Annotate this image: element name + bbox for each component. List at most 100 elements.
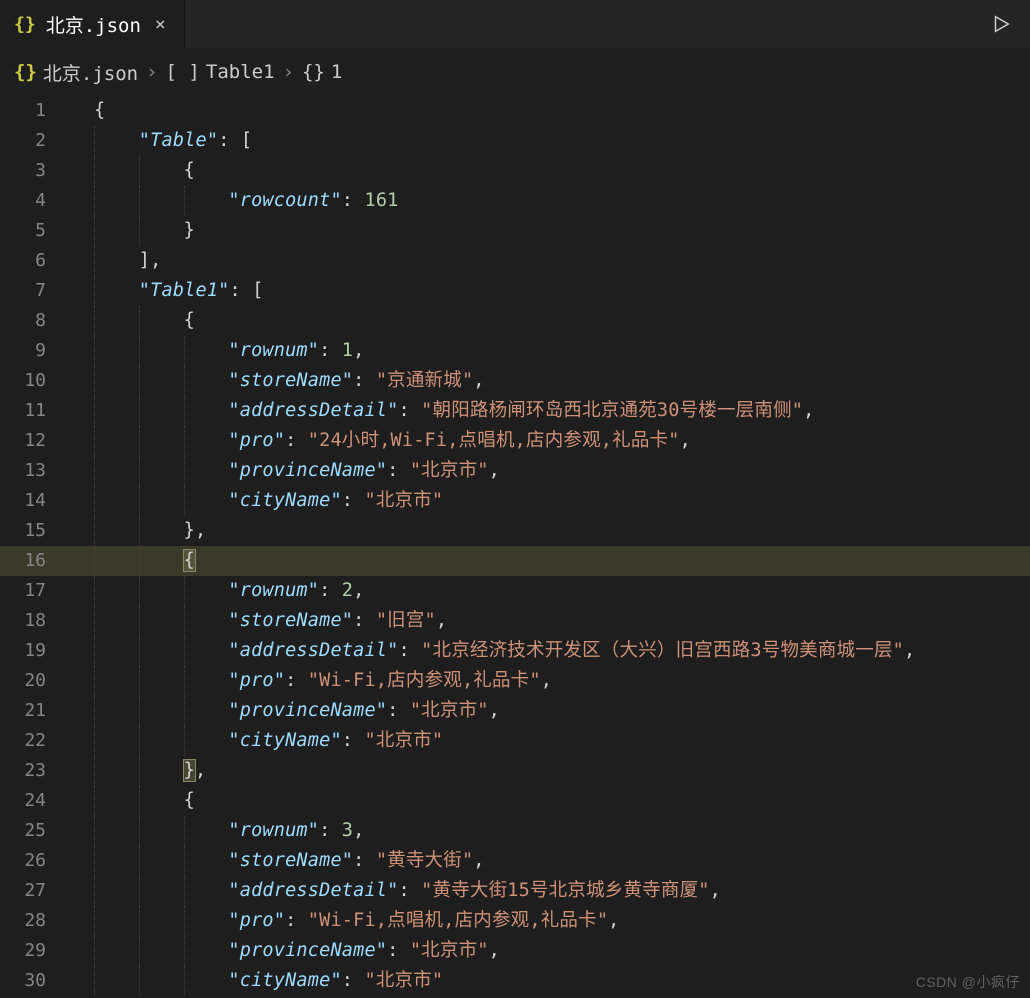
indent-guide xyxy=(184,666,185,696)
breadcrumb-node[interactable]: Table1 xyxy=(206,61,275,83)
code-line[interactable]: 22"cityName": "北京市" xyxy=(0,726,1030,756)
chevron-right-icon: › xyxy=(281,61,296,83)
code-line[interactable]: 8{ xyxy=(0,306,1030,336)
code-line[interactable]: 14"cityName": "北京市" xyxy=(0,486,1030,516)
code-line[interactable]: 19"addressDetail": "北京经济技术开发区（大兴）旧宫西路3号物… xyxy=(0,636,1030,666)
indent-guide xyxy=(94,456,95,486)
line-number: 25 xyxy=(0,816,72,846)
tab-filename: 北京.json xyxy=(46,11,141,38)
code-content[interactable]: "provinceName": "北京市", xyxy=(72,936,1030,966)
indent-guide xyxy=(94,786,95,816)
code-content[interactable]: { xyxy=(72,786,1030,816)
code-content[interactable]: "storeName": "旧宫", xyxy=(72,606,1030,636)
code-line[interactable]: 2"Table": [ xyxy=(0,126,1030,156)
code-line[interactable]: 10"storeName": "京通新城", xyxy=(0,366,1030,396)
indent-guide xyxy=(94,756,95,786)
editor-tab[interactable]: {} 北京.json × xyxy=(0,0,185,48)
code-content[interactable]: "pro": "Wi-Fi,点唱机,店内参观,礼品卡", xyxy=(72,906,1030,936)
code-line[interactable]: 9"rownum": 1, xyxy=(0,336,1030,366)
indent-guide xyxy=(94,396,95,426)
indent-guide xyxy=(94,306,95,336)
code-content[interactable]: "addressDetail": "北京经济技术开发区（大兴）旧宫西路3号物美商… xyxy=(72,636,1030,666)
code-content[interactable]: "rownum": 3, xyxy=(72,816,1030,846)
code-line[interactable]: 4"rowcount": 161 xyxy=(0,186,1030,216)
code-line[interactable]: 29"provinceName": "北京市", xyxy=(0,936,1030,966)
code-content[interactable]: "addressDetail": "朝阳路杨闸环岛西北京通苑30号楼一层南侧", xyxy=(72,396,1030,426)
code-content[interactable]: { xyxy=(72,156,1030,186)
code-line[interactable]: 7"Table1": [ xyxy=(0,276,1030,306)
line-number: 9 xyxy=(0,336,72,366)
code-line[interactable]: 17"rownum": 2, xyxy=(0,576,1030,606)
code-editor[interactable]: 1{2"Table": [3{4"rowcount": 1615}6],7"Ta… xyxy=(0,96,1030,998)
code-content[interactable]: "rownum": 2, xyxy=(72,576,1030,606)
indent-guide xyxy=(139,396,140,426)
line-number: 29 xyxy=(0,936,72,966)
code-line[interactable]: 15}, xyxy=(0,516,1030,546)
line-number: 28 xyxy=(0,906,72,936)
line-number: 7 xyxy=(0,276,72,306)
code-line[interactable]: 21"provinceName": "北京市", xyxy=(0,696,1030,726)
code-content[interactable]: } xyxy=(72,216,1030,246)
code-line[interactable]: 3{ xyxy=(0,156,1030,186)
code-line[interactable]: 1{ xyxy=(0,96,1030,126)
code-content[interactable]: "storeName": "黄寺大街", xyxy=(72,846,1030,876)
code-content[interactable]: ], xyxy=(72,246,1030,276)
code-content[interactable]: "storeName": "京通新城", xyxy=(72,366,1030,396)
code-content[interactable]: { xyxy=(72,306,1030,336)
code-line[interactable]: 13"provinceName": "北京市", xyxy=(0,456,1030,486)
code-line[interactable]: 24{ xyxy=(0,786,1030,816)
line-number: 8 xyxy=(0,306,72,336)
breadcrumb[interactable]: {} 北京.json › [ ] Table1 › {} 1 xyxy=(0,48,1030,96)
line-number: 20 xyxy=(0,666,72,696)
indent-guide xyxy=(184,186,185,216)
line-number: 24 xyxy=(0,786,72,816)
indent-guide xyxy=(94,966,95,996)
code-content[interactable]: "pro": "Wi-Fi,店内参观,礼品卡", xyxy=(72,666,1030,696)
indent-guide xyxy=(94,246,95,276)
code-line[interactable]: 27"addressDetail": "黄寺大街15号北京城乡黄寺商厦", xyxy=(0,876,1030,906)
code-content[interactable]: "cityName": "北京市" xyxy=(72,966,1030,996)
close-icon[interactable]: × xyxy=(151,14,170,35)
code-content[interactable]: }, xyxy=(72,756,1030,786)
object-icon: {} xyxy=(302,61,325,83)
run-button[interactable] xyxy=(972,0,1030,48)
code-line[interactable]: 16{ xyxy=(0,546,1030,576)
code-line[interactable]: 23}, xyxy=(0,756,1030,786)
code-content[interactable]: "cityName": "北京市" xyxy=(72,726,1030,756)
code-line[interactable]: 30"cityName": "北京市" xyxy=(0,966,1030,996)
code-content[interactable]: }, xyxy=(72,516,1030,546)
line-number: 17 xyxy=(0,576,72,606)
code-line[interactable]: 26"storeName": "黄寺大街", xyxy=(0,846,1030,876)
json-file-icon: {} xyxy=(14,14,36,35)
code-content[interactable]: "rownum": 1, xyxy=(72,336,1030,366)
code-line[interactable]: 12"pro": "24小时,Wi-Fi,点唱机,店内参观,礼品卡", xyxy=(0,426,1030,456)
code-line[interactable]: 18"storeName": "旧宫", xyxy=(0,606,1030,636)
line-number: 11 xyxy=(0,396,72,426)
indent-guide xyxy=(184,486,185,516)
code-content[interactable]: "provinceName": "北京市", xyxy=(72,456,1030,486)
code-content[interactable]: "addressDetail": "黄寺大街15号北京城乡黄寺商厦", xyxy=(72,876,1030,906)
indent-guide xyxy=(94,486,95,516)
breadcrumb-node[interactable]: 1 xyxy=(331,61,342,83)
code-content[interactable]: { xyxy=(72,96,1030,126)
indent-guide xyxy=(139,816,140,846)
code-content[interactable]: "provinceName": "北京市", xyxy=(72,696,1030,726)
code-line[interactable]: 6], xyxy=(0,246,1030,276)
indent-guide xyxy=(184,336,185,366)
code-content[interactable]: "pro": "24小时,Wi-Fi,点唱机,店内参观,礼品卡", xyxy=(72,426,1030,456)
code-line[interactable]: 5} xyxy=(0,216,1030,246)
code-line[interactable]: 25"rownum": 3, xyxy=(0,816,1030,846)
code-content[interactable]: "rowcount": 161 xyxy=(72,186,1030,216)
code-content[interactable]: "cityName": "北京市" xyxy=(72,486,1030,516)
tab-bar-spacer xyxy=(185,0,972,48)
line-number: 30 xyxy=(0,966,72,996)
code-line[interactable]: 11"addressDetail": "朝阳路杨闸环岛西北京通苑30号楼一层南侧… xyxy=(0,396,1030,426)
breadcrumb-file[interactable]: 北京.json xyxy=(43,59,138,86)
code-content[interactable]: { xyxy=(72,546,1030,576)
code-content[interactable]: "Table1": [ xyxy=(72,276,1030,306)
code-line[interactable]: 20"pro": "Wi-Fi,店内参观,礼品卡", xyxy=(0,666,1030,696)
indent-guide xyxy=(139,576,140,606)
code-content[interactable]: "Table": [ xyxy=(72,126,1030,156)
indent-guide xyxy=(139,606,140,636)
code-line[interactable]: 28"pro": "Wi-Fi,点唱机,店内参观,礼品卡", xyxy=(0,906,1030,936)
